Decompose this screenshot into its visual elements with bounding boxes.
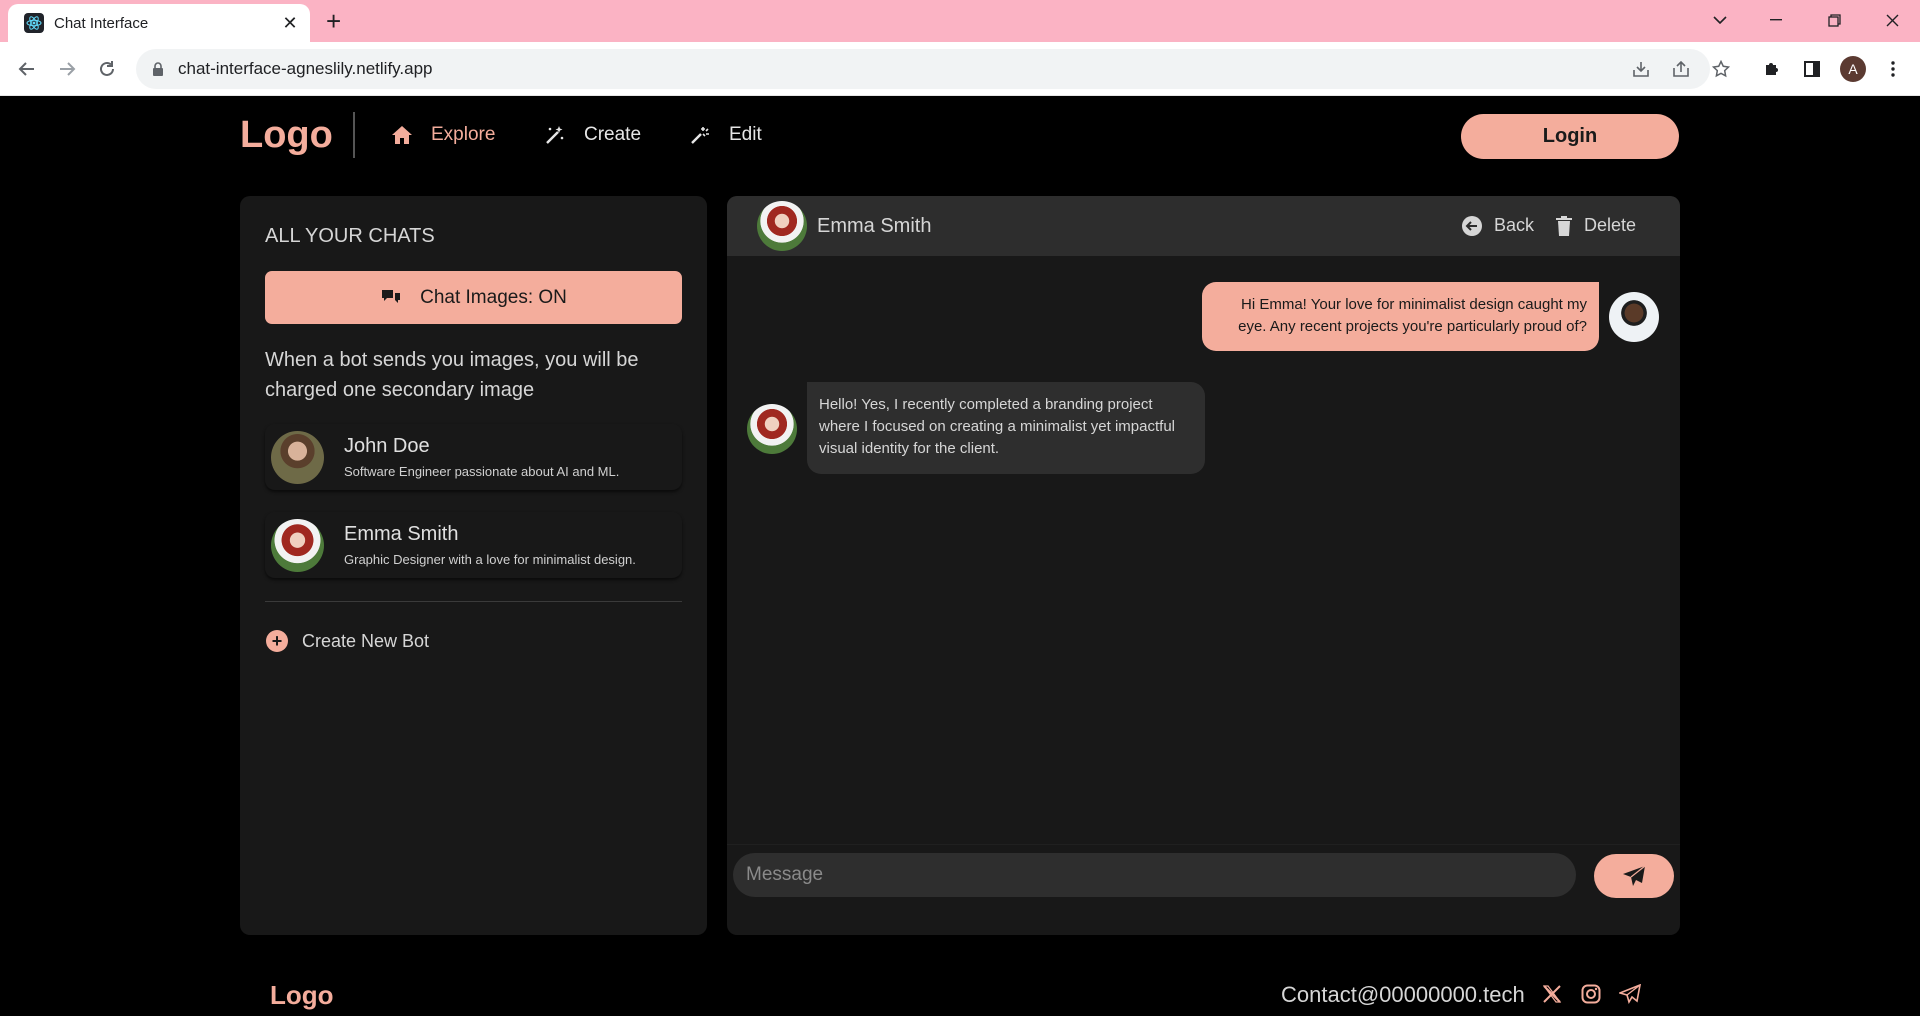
x-icon[interactable] bbox=[1540, 982, 1564, 1006]
react-favicon-icon bbox=[24, 13, 44, 33]
nav-create-label: Create bbox=[584, 124, 642, 145]
chat-sidebar: ALL YOUR CHATS Chat Images: ON When a bo… bbox=[240, 196, 707, 935]
back-arrow-icon[interactable] bbox=[12, 54, 42, 84]
nav-explore[interactable]: Explore bbox=[391, 124, 495, 146]
minimize-icon[interactable] bbox=[1748, 0, 1804, 40]
lock-icon bbox=[152, 62, 164, 76]
back-label: Back bbox=[1494, 215, 1535, 235]
avatar bbox=[747, 404, 797, 454]
magic-wand-icon bbox=[544, 124, 566, 146]
create-new-bot-link[interactable]: + Create New Bot bbox=[266, 630, 429, 652]
chat-images-label: Chat Images: ON bbox=[420, 286, 567, 308]
chat-list-item[interactable]: John Doe Software Engineer passionate ab… bbox=[265, 424, 682, 490]
tab-close-icon[interactable]: ✕ bbox=[280, 13, 300, 34]
nav-edit-label: Edit bbox=[729, 124, 762, 145]
telegram-icon[interactable] bbox=[1618, 982, 1642, 1006]
message-composer bbox=[727, 844, 1680, 935]
chat-panel: Emma Smith Back Delete Hi Emma! Your lov… bbox=[727, 196, 1680, 935]
install-icon[interactable] bbox=[1628, 56, 1654, 82]
login-button[interactable]: Login bbox=[1461, 114, 1679, 159]
message-outgoing: Hi Emma! Your love for minimalist design… bbox=[1202, 282, 1659, 351]
chat-name: John Doe bbox=[344, 435, 430, 457]
profile-avatar[interactable]: A bbox=[1840, 56, 1866, 82]
back-circle-icon bbox=[1462, 215, 1482, 236]
url-text: chat-interface-agneslily.netlify.app bbox=[178, 59, 433, 78]
chat-contact-name: Emma Smith bbox=[817, 215, 932, 237]
side-panel-icon[interactable] bbox=[1799, 56, 1825, 82]
address-bar[interactable]: chat-interface-agneslily.netlify.app bbox=[136, 49, 1710, 89]
nav-edit[interactable]: Edit bbox=[689, 124, 762, 146]
chat-list-item[interactable]: Emma Smith Graphic Designer with a love … bbox=[265, 512, 682, 578]
avatar bbox=[271, 430, 324, 484]
chat-name: Emma Smith bbox=[344, 523, 459, 545]
browser-menu-icon[interactable] bbox=[1880, 56, 1906, 82]
message-input[interactable] bbox=[733, 853, 1576, 897]
logo-divider bbox=[353, 112, 355, 158]
tab-title: Chat Interface bbox=[54, 14, 149, 32]
chat-header: Emma Smith Back Delete bbox=[727, 196, 1680, 256]
delete-label: Delete bbox=[1584, 215, 1637, 235]
app-root: Logo Explore Create Edit Login ALL YOUR … bbox=[0, 96, 1920, 1016]
chat-bubbles-icon bbox=[380, 288, 402, 308]
restore-icon[interactable] bbox=[1806, 0, 1862, 40]
chat-images-description: When a bot sends you images, you will be… bbox=[265, 349, 639, 401]
back-button[interactable]: Back bbox=[1462, 215, 1534, 236]
site-logo[interactable]: Logo bbox=[240, 114, 333, 157]
instagram-icon[interactable] bbox=[1579, 982, 1603, 1006]
tab-search-icon[interactable] bbox=[1692, 0, 1748, 40]
extensions-puzzle-icon[interactable] bbox=[1759, 56, 1785, 82]
browser-tab[interactable]: Chat Interface ✕ bbox=[8, 4, 310, 42]
reload-icon[interactable] bbox=[92, 54, 122, 84]
chat-subtitle: Software Engineer passionate about AI an… bbox=[344, 464, 620, 479]
chat-subtitle: Graphic Designer with a love for minimal… bbox=[344, 552, 636, 567]
message-incoming: Hello! Yes, I recently completed a brand… bbox=[747, 382, 1205, 474]
sidebar-title: ALL YOUR CHATS bbox=[265, 225, 435, 247]
plus-circle-icon: + bbox=[266, 630, 288, 652]
footer-logo[interactable]: Logo bbox=[270, 980, 334, 1011]
avatar bbox=[757, 201, 807, 251]
message-bubble: Hi Emma! Your love for minimalist design… bbox=[1202, 282, 1599, 351]
share-icon[interactable] bbox=[1668, 56, 1694, 82]
nav-explore-label: Explore bbox=[431, 124, 496, 145]
browser-toolbar: chat-interface-agneslily.netlify.app A bbox=[0, 42, 1920, 96]
bookmark-star-icon[interactable] bbox=[1708, 56, 1734, 82]
avatar bbox=[1609, 292, 1659, 342]
sidebar-divider bbox=[265, 601, 682, 602]
chat-images-toggle[interactable]: Chat Images: ON bbox=[265, 271, 682, 324]
avatar bbox=[271, 518, 324, 572]
new-tab-icon[interactable]: + bbox=[326, 8, 341, 34]
send-button[interactable] bbox=[1594, 854, 1674, 898]
footer-contact[interactable]: Contact@00000000.tech bbox=[1281, 982, 1525, 1008]
delete-button[interactable]: Delete bbox=[1556, 215, 1636, 236]
wand-sparkle-icon bbox=[689, 124, 711, 146]
trash-icon bbox=[1556, 215, 1572, 236]
message-bubble: Hello! Yes, I recently completed a brand… bbox=[807, 382, 1205, 474]
home-icon bbox=[391, 124, 413, 146]
create-bot-label: Create New Bot bbox=[302, 630, 430, 651]
browser-tab-strip: Chat Interface ✕ + bbox=[0, 0, 1920, 42]
nav-create[interactable]: Create bbox=[544, 124, 641, 146]
close-window-icon[interactable] bbox=[1864, 0, 1920, 40]
send-icon bbox=[1622, 865, 1646, 887]
forward-arrow-icon[interactable] bbox=[52, 54, 82, 84]
